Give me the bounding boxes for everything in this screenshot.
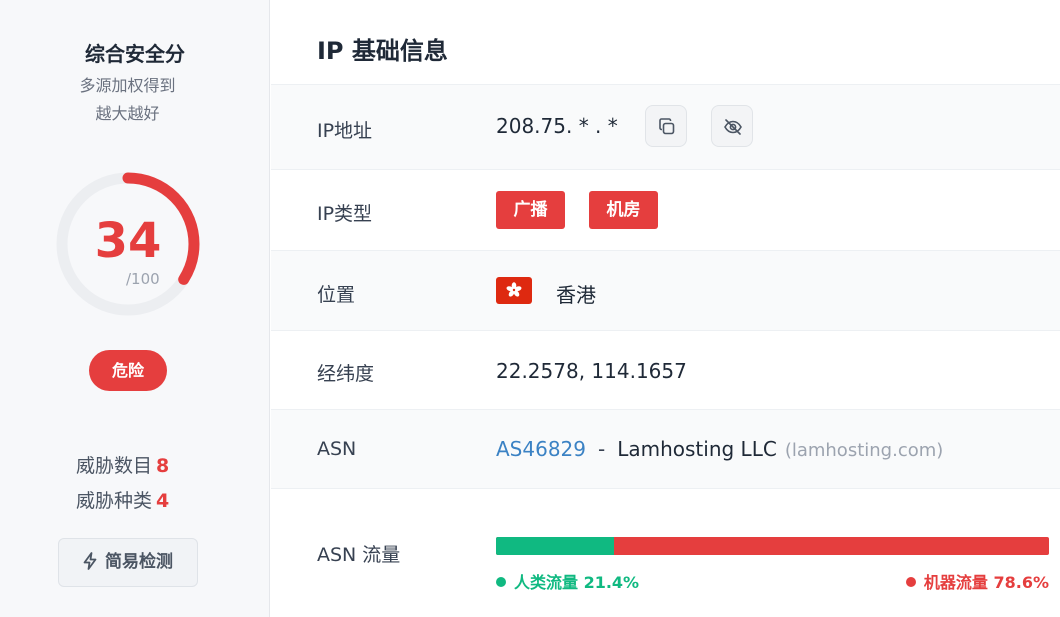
threat-type-label: 威胁种类: [76, 490, 153, 512]
threat-type-value: 4: [156, 490, 170, 512]
row-asn: ASN AS46829- Lamhosting LLC (lamhosting.co…: [271, 409, 1060, 488]
score-max: /100: [126, 270, 160, 288]
quick-check-button[interactable]: 简易检测: [58, 538, 198, 587]
score-value: 34: [94, 213, 162, 269]
ip-address-label: IP地址: [317, 120, 373, 142]
hong-kong-flag-icon: [496, 277, 532, 304]
score-title: 综合安全分: [85, 42, 185, 66]
threat-types: 威胁种类 4: [76, 486, 169, 513]
coordinates-value: 22.2578, 114.1657: [496, 359, 687, 383]
copy-button[interactable]: [645, 105, 687, 147]
eye-off-icon: [724, 119, 742, 135]
location-value: 香港: [556, 283, 596, 307]
row-ip-type: IP类型 广播 机房: [271, 169, 1060, 250]
asn-org: Lamhosting LLC: [617, 437, 777, 461]
legend-bot-text: 机器流量 78.6%: [923, 573, 1049, 592]
threat-count-label: 威胁数目: [76, 455, 153, 477]
row-ip-address: IP地址 208.75. * . *: [271, 84, 1060, 169]
legend-human-text: 人类流量 21.4%: [514, 573, 640, 592]
bauhinia-icon: [506, 282, 522, 297]
row-coordinates: 经纬度 22.2578, 114.1657: [271, 330, 1060, 409]
score-subtitle-note: 越大越好: [95, 104, 160, 123]
threat-count: 威胁数目 8: [76, 451, 169, 478]
quick-check-label: 简易检测: [105, 552, 173, 572]
lightning-icon: [83, 552, 97, 570]
asn-value: AS46829- Lamhosting LLC (lamhosting.com): [496, 437, 943, 461]
tag-datacenter: 机房: [589, 191, 658, 229]
asn-label: ASN: [317, 438, 357, 460]
legend-human-dot: [496, 577, 506, 587]
asn-number-link[interactable]: AS46829: [496, 437, 586, 461]
ip-address-value[interactable]: 208.75. * . *: [496, 114, 618, 138]
ip-type-label: IP类型: [317, 203, 373, 225]
risk-badge: 危险: [89, 350, 167, 391]
asn-separator: -: [598, 437, 606, 461]
asn-domain: (lamhosting.com): [784, 440, 944, 461]
score-panel: 综合安全分 多源加权得到 越大越好 34 /100 危险 威胁数目 8 威胁种类 4…: [0, 0, 270, 617]
location-label: 位置: [317, 284, 356, 306]
ip-info-panel: IP 基础信息 IP地址 208.75. * . * IP类型 广播 机房 位置: [271, 0, 1060, 617]
score-gauge: 34 /100: [54, 170, 202, 318]
row-location: 位置 香港: [271, 250, 1060, 330]
traffic-bar: [496, 537, 1049, 555]
threat-count-value: 8: [156, 455, 170, 477]
legend-bot-traffic: 机器流量 78.6%: [905, 569, 1049, 593]
traffic-bar-human: [496, 537, 615, 555]
row-asn-traffic: ASN 流量 人类流量 21.4% 机器流量 78.6%: [271, 488, 1060, 617]
tag-broadcast: 广播: [496, 191, 565, 229]
copy-icon: [659, 118, 675, 135]
asn-traffic-label: ASN 流量: [317, 544, 401, 566]
legend-bot-dot: [905, 577, 916, 587]
coordinates-label: 经纬度: [317, 363, 375, 385]
score-subtitle: 多源加权得到: [79, 76, 176, 95]
toggle-visibility-button[interactable]: [711, 105, 753, 147]
section-title: IP 基础信息: [317, 37, 448, 65]
legend-human-traffic: 人类流量 21.4%: [496, 569, 639, 593]
